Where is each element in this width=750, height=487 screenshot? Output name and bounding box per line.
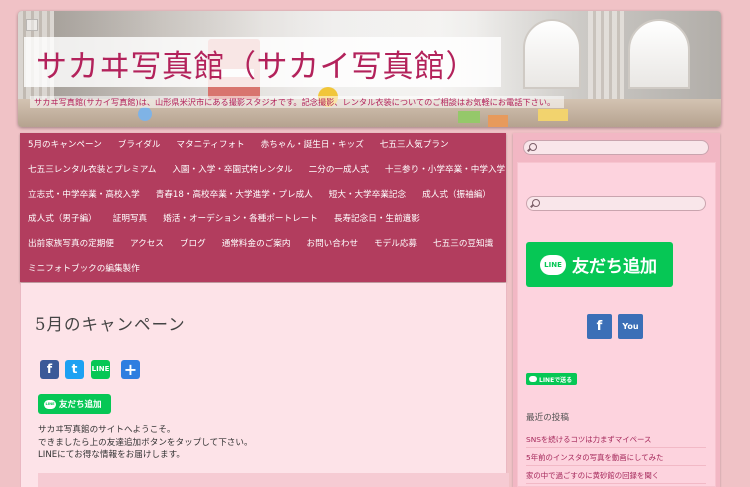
nav-item[interactable]: 青春18・高校卒業・大学進学・プレ成人 — [148, 183, 321, 207]
site-title[interactable]: サカヰ写真館（サカイ写真館） — [36, 41, 477, 86]
nav-item[interactable]: 通常料金のご案内 — [214, 232, 299, 256]
share-plus-icon[interactable]: + — [121, 360, 140, 379]
nav-row: 七五三レンタル衣装とプレミアム 入園・入学・卒園式袴レンタル 二分の一成人式 十三参り… — [20, 158, 506, 183]
recent-posts-heading: 最近の投稿 — [526, 413, 569, 423]
recent-post-link[interactable]: SNSを続けるコツは力まずマイペース — [526, 432, 706, 448]
intro-line: LINEにてお得な情報をお届けします。 — [38, 450, 185, 461]
header-corner-mark — [26, 19, 38, 31]
nav-item[interactable]: 5月のキャンペーン — [20, 133, 110, 157]
nav-item[interactable]: 出前家族写真の定期便 — [20, 232, 122, 256]
nav-item[interactable]: 長寿記念日・生前遺影 — [326, 207, 428, 231]
intro-text: サカヰ写真館のサイトへようこそ。 できましたら上の友達追加ボタンをタップして下さ… — [38, 424, 253, 462]
nav-item[interactable]: マタニティフォト — [168, 133, 252, 157]
nav-item[interactable]: ブライダル — [110, 133, 169, 157]
header-window — [523, 19, 581, 89]
main-navigation: 5月のキャンペーン ブライダル マタニティフォト 赤ちゃん・誕生日・キッズ 七五三人気プ… — [20, 133, 506, 282]
search-input[interactable] — [523, 140, 709, 155]
nav-item[interactable]: 十三参り・小学卒業・中学入学 — [377, 158, 513, 182]
search-icon — [532, 199, 540, 207]
header-toy — [138, 107, 152, 121]
line-send-button[interactable]: LINEで送る — [526, 373, 577, 385]
nav-item[interactable]: 七五三人気プラン — [372, 133, 457, 157]
nav-row: ミニフォトブックの編集製作 — [20, 256, 506, 281]
nav-item[interactable]: 短大・大学卒業記念 — [321, 183, 414, 207]
nav-item[interactable]: アクセス — [122, 232, 172, 256]
nav-item[interactable]: モデル応募 — [366, 232, 425, 256]
twitter-icon[interactable]: t — [65, 360, 84, 379]
line-send-label: LINEで送る — [539, 376, 573, 384]
nav-item[interactable]: ミニフォトブックの編集製作 — [20, 257, 148, 281]
nav-row: 5月のキャンペーン ブライダル マタニティフォト 赤ちゃん・誕生日・キッズ 七五三人気プ… — [20, 133, 506, 158]
line-add-friend-button[interactable]: LINE 友だち追加 — [38, 394, 111, 414]
facebook-icon[interactable]: f — [587, 314, 612, 339]
main-content: 5月のキャンペーン f t LINE + LINE 友だち追加 サカヰ写真館のサ… — [20, 283, 509, 487]
line-icon — [529, 376, 537, 382]
recent-post-link[interactable]: 5年前のインスタの写真を動画にしてみた — [526, 450, 706, 466]
nav-item[interactable]: 婚活・オーデション・各種ポートレート — [155, 207, 326, 231]
nav-item[interactable]: 七五三の豆知識 — [425, 232, 501, 256]
line-icon: LINE — [540, 254, 566, 275]
recent-post-link[interactable]: 家の中で過ごすのに黄砂館の回録を聞く — [526, 468, 706, 484]
nav-item[interactable]: 二分の一成人式 — [301, 158, 377, 182]
content-box — [38, 473, 509, 487]
header-window — [628, 19, 690, 89]
nav-item[interactable]: 入園・入学・卒園式袴レンタル — [164, 158, 300, 182]
facebook-icon[interactable]: f — [40, 360, 59, 379]
header-curtain-right — [588, 11, 624, 111]
nav-item[interactable]: 赤ちゃん・誕生日・キッズ — [253, 133, 372, 157]
search-input[interactable] — [526, 196, 706, 211]
nav-item[interactable]: ブログ — [172, 232, 214, 256]
post-title: 5月のキャンペーン — [35, 315, 186, 334]
nav-item[interactable]: 立志式・中学卒業・高校入学 — [20, 183, 148, 207]
site-tagline: サカヰ写真館(サカイ写真館)は、山形県米沢市にある撮影スタジオです。記念撮影、レ… — [30, 96, 564, 108]
intro-line: サカヰ写真館のサイトへようこそ。 — [38, 425, 176, 435]
scrollbar-track[interactable] — [740, 0, 750, 487]
header-toy — [538, 109, 568, 121]
nav-item[interactable]: 成人式（振袖編） — [414, 183, 499, 207]
intro-line: できましたら上の友達追加ボタンをタップして下さい。 — [38, 437, 253, 448]
nav-item[interactable]: お問い合わせ — [298, 232, 366, 256]
header-toy — [458, 111, 480, 123]
nav-row: 出前家族写真の定期便 アクセス ブログ 通常料金のご案内 お問い合わせ モデル応募 七五三の… — [20, 232, 506, 257]
header-toy — [488, 115, 508, 127]
nav-item[interactable]: 成人式（男子編） — [20, 207, 105, 231]
line-add-friend-label: 友だち追加 — [59, 400, 102, 410]
nav-item[interactable]: 七五三レンタル衣装とプレミアム — [20, 158, 164, 182]
line-add-friend-large-button[interactable]: LINE 友だち追加 — [526, 242, 673, 287]
line-add-friend-large-label: 友だち追加 — [572, 257, 657, 277]
search-icon — [529, 143, 537, 151]
nav-row: 成人式（男子編） 証明写真 婚活・オーデション・各種ポートレート 長寿記念日・生前遺影 — [20, 207, 506, 232]
line-icon: LINE — [44, 399, 56, 409]
nav-item[interactable]: 証明写真 — [105, 207, 155, 231]
site-header: サカヰ写真館（サカイ写真館） サカヰ写真館(サカイ写真館)は、山形県米沢市にある… — [18, 11, 721, 127]
youtube-icon[interactable]: You — [618, 314, 643, 339]
line-icon[interactable]: LINE — [91, 360, 110, 379]
nav-row: 立志式・中学卒業・高校入学 青春18・高校卒業・大学進学・プレ成人 短大・大学卒業記… — [20, 182, 506, 207]
